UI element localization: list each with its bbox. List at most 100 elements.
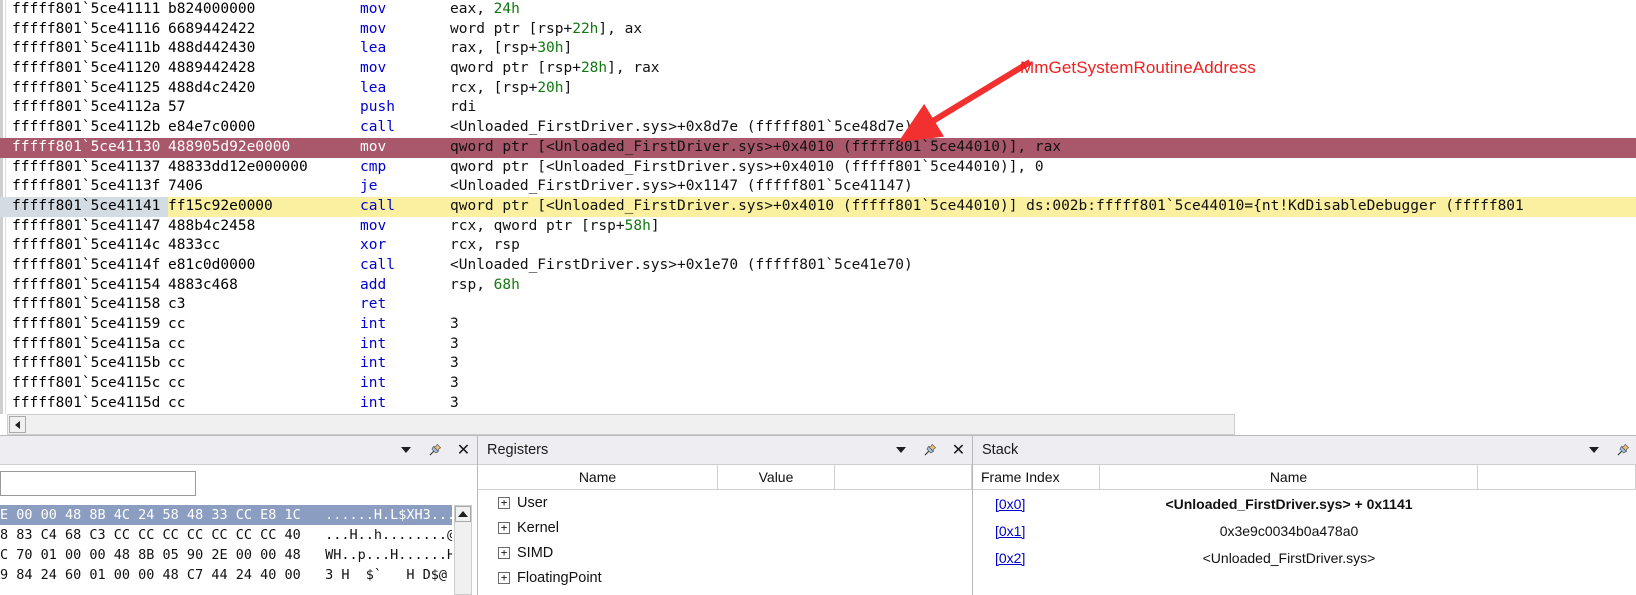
scroll-up-arrow-icon[interactable] xyxy=(455,506,471,522)
disassembly-address: fffff801`5ce4111b xyxy=(12,39,160,59)
registers-panel-titlebar[interactable]: Registers ✕ xyxy=(478,435,972,465)
memory-hex-dump[interactable]: E 00 00 48 8B 4C 24 58 48 33 CC E8 1C ..… xyxy=(0,505,452,595)
disassembly-line[interactable]: fffff801`5ce41147488b4c2458movrcx, qword… xyxy=(0,217,1636,237)
stack-frame-index-link[interactable]: [0x0] xyxy=(973,496,1100,512)
chevron-down-icon[interactable] xyxy=(893,443,908,458)
memory-panel[interactable]: ✕ E 00 00 48 8B 4C 24 58 48 33 CC E8 1C … xyxy=(0,435,477,595)
disassembly-code-list[interactable]: fffff801`5ce41111b824000000moveax, 24hff… xyxy=(0,0,1636,413)
disassembly-address: fffff801`5ce41130 xyxy=(12,138,160,158)
stack-frame-index-link[interactable]: [0x1] xyxy=(973,523,1100,539)
disassembly-address: fffff801`5ce4114f xyxy=(12,256,160,276)
disassembly-operands: <Unloaded_FirstDriver.sys>+0x1e70 (fffff… xyxy=(450,256,913,276)
disassembly-line[interactable]: fffff801`5ce41159ccint3 xyxy=(0,315,1636,335)
stack-frame-index-link[interactable]: [0x2] xyxy=(973,550,1100,566)
expand-plus-icon[interactable]: + xyxy=(498,497,510,509)
memory-vscrollbar[interactable] xyxy=(454,505,472,595)
disassembly-line[interactable]: fffff801`5ce4112a57pushrdi xyxy=(0,98,1636,118)
disassembly-line[interactable]: fffff801`5ce41111b824000000moveax, 24h xyxy=(0,0,1636,20)
disassembly-line[interactable]: fffff801`5ce4114c4833ccxorrcx, rsp xyxy=(0,236,1636,256)
disassembly-address: fffff801`5ce41120 xyxy=(12,59,160,79)
register-group-row[interactable]: +FloatingPoint xyxy=(478,565,972,590)
memory-hex-row[interactable]: 8 83 C4 68 C3 CC CC CC CC CC CC CC 40 ..… xyxy=(0,525,452,545)
pin-icon[interactable] xyxy=(922,443,937,458)
disassembly-line[interactable]: fffff801`5ce4113f7406je<Unloaded_FirstDr… xyxy=(0,177,1636,197)
stack-frame-row[interactable]: [0x1]0x3e9c0034b0a478a0 xyxy=(973,517,1636,544)
stack-frame-row[interactable]: [0x2]<Unloaded_FirstDriver.sys> xyxy=(973,544,1636,571)
disassembly-bytes: cc xyxy=(168,394,185,414)
close-icon[interactable]: ✕ xyxy=(951,443,966,458)
disassembly-address: fffff801`5ce41158 xyxy=(12,295,160,315)
disassembly-operands: rax, [rsp+30h] xyxy=(450,39,572,59)
stack-panel-titlebar[interactable]: Stack xyxy=(973,435,1636,465)
disassembly-bytes: cc xyxy=(168,374,185,394)
disassembly-address: fffff801`5ce41154 xyxy=(12,276,160,296)
disassembly-line[interactable]: fffff801`5ce41125488d4c2420learcx, [rsp+… xyxy=(0,79,1636,99)
expand-plus-icon[interactable]: + xyxy=(498,547,510,559)
disassembly-line[interactable]: fffff801`5ce4115bccint3 xyxy=(0,354,1636,374)
stack-panel[interactable]: Stack Frame Index Name xyxy=(973,435,1636,595)
disassembly-bytes: b824000000 xyxy=(168,0,255,20)
memory-address-input[interactable] xyxy=(0,471,196,496)
memory-hex-row[interactable]: 9 84 24 60 01 00 00 48 C7 44 24 40 00 3 … xyxy=(0,565,452,585)
disassembly-line[interactable]: fffff801`5ce4115c cc int 3 xyxy=(0,374,1636,394)
memory-hex-row[interactable]: E 00 00 48 8B 4C 24 58 48 33 CC E8 1C ..… xyxy=(0,505,452,525)
disassembly-hscrollbar[interactable] xyxy=(7,414,1235,435)
expand-plus-icon[interactable]: + xyxy=(498,522,510,534)
register-group-row[interactable]: +SIMD xyxy=(478,540,972,565)
disassembly-line[interactable]: fffff801`5ce4112be84e7c0000call<Unloaded… xyxy=(0,118,1636,138)
disassembly-line[interactable]: fffff801`5ce4115accint3 xyxy=(0,335,1636,355)
scroll-left-arrow-icon[interactable] xyxy=(9,416,26,433)
disassembly-line[interactable]: fffff801`5ce4114fe81c0d0000call<Unloaded… xyxy=(0,256,1636,276)
disassembly-operands: 3 xyxy=(450,354,459,374)
disassembly-address: fffff801`5ce4115d xyxy=(12,394,160,414)
chevron-down-icon[interactable] xyxy=(398,443,413,458)
disassembly-operands: 3 xyxy=(450,374,459,394)
disassembly-line[interactable]: fffff801`5ce411166689442422movword ptr [… xyxy=(0,20,1636,40)
registers-panel[interactable]: Registers ✕ xyxy=(478,435,972,595)
pin-icon[interactable] xyxy=(427,443,442,458)
chevron-down-icon[interactable] xyxy=(1586,443,1601,458)
stack-frame-row[interactable]: [0x0]<Unloaded_FirstDriver.sys> + 0x1141 xyxy=(973,490,1636,517)
disassembly-bytes: 48833dd12e000000 xyxy=(168,158,308,178)
register-group-row[interactable]: +Kernel xyxy=(478,515,972,540)
register-group-row[interactable]: + User xyxy=(478,490,972,515)
disassembly-bytes: ff15c92e0000 xyxy=(168,197,273,217)
disassembly-line[interactable]: fffff801`5ce411544883c468addrsp, 68h xyxy=(0,276,1636,296)
disassembly-hscroll-thumb[interactable] xyxy=(28,416,1228,433)
disassembly-address: fffff801`5ce4115c xyxy=(12,374,160,394)
registers-col-value[interactable]: Value xyxy=(718,465,835,489)
stack-col-name[interactable]: Name xyxy=(1100,465,1478,489)
disassembly-bytes: 4889442428 xyxy=(168,59,255,79)
registers-col-name[interactable]: Name xyxy=(478,465,718,489)
disassembly-bytes: e81c0d0000 xyxy=(168,256,255,276)
disassembly-line[interactable]: fffff801`5ce411204889442428movqword ptr … xyxy=(0,59,1636,79)
disassembly-pane[interactable]: fffff801`5ce41111b824000000moveax, 24hff… xyxy=(0,0,1636,435)
stack-col-frame-index[interactable]: Frame Index xyxy=(973,465,1100,489)
disassembly-line[interactable]: fffff801`5ce4111b488d442430learax, [rsp+… xyxy=(0,39,1636,59)
disassembly-mnemonic: int xyxy=(360,374,386,394)
disassembly-address: fffff801`5ce41137 xyxy=(12,158,160,178)
disassembly-bytes: 4833cc xyxy=(168,236,220,256)
register-group-label: User xyxy=(517,495,548,511)
disassembly-bytes: 7406 xyxy=(168,177,203,197)
disassembly-line[interactable]: fffff801`5ce4115dccint3 xyxy=(0,394,1636,414)
registers-list[interactable]: + User +Kernel+SIMD+FloatingPoint xyxy=(478,490,972,590)
disassembly-address: fffff801`5ce41116 xyxy=(12,20,160,40)
disassembly-address: fffff801`5ce41141 xyxy=(12,197,160,217)
disassembly-line[interactable]: fffff801`5ce41158c3ret xyxy=(0,295,1636,315)
disassembly-address: fffff801`5ce41125 xyxy=(12,79,160,99)
pin-icon[interactable] xyxy=(1615,443,1630,458)
disassembly-operands: rcx, [rsp+20h] xyxy=(450,79,572,99)
bottom-dock: ✕ E 00 00 48 8B 4C 24 58 48 33 CC E8 1C … xyxy=(0,435,1636,595)
stack-grid-header: Frame Index Name xyxy=(973,465,1636,490)
memory-hex-row[interactable]: C 70 01 00 00 48 8B 05 90 2E 00 00 48 WH… xyxy=(0,545,452,565)
stack-col-spacer xyxy=(1478,465,1636,489)
expand-plus-icon[interactable]: + xyxy=(498,572,510,584)
disassembly-line[interactable]: fffff801`5ce4113748833dd12e000000cmpqwor… xyxy=(0,158,1636,178)
close-icon[interactable]: ✕ xyxy=(456,443,471,458)
disassembly-line[interactable]: fffff801`5ce41130488905d92e0000movqword … xyxy=(0,138,1636,158)
stack-frame-name: <Unloaded_FirstDriver.sys> + 0x1141 xyxy=(1100,496,1478,512)
disassembly-line[interactable]: fffff801`5ce41141ff15c92e0000callqword p… xyxy=(0,197,1636,217)
stack-frame-list[interactable]: [0x0]<Unloaded_FirstDriver.sys> + 0x1141… xyxy=(973,490,1636,571)
memory-panel-titlebar[interactable]: ✕ xyxy=(0,435,477,465)
